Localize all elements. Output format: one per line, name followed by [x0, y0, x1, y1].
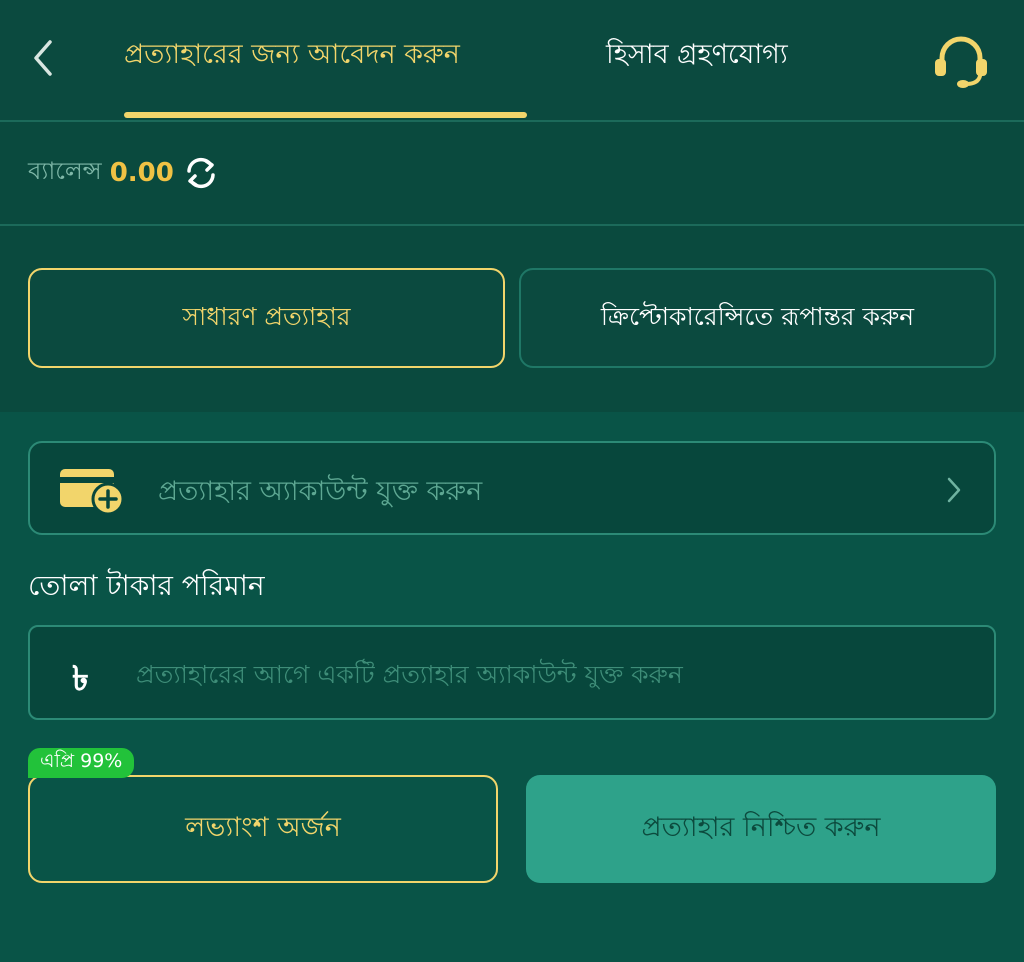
wallet-add-icon	[60, 469, 125, 515]
add-withdraw-account-button[interactable]: প্রত্যাহার অ্যাকাউন্ট যুক্ত করুন	[28, 441, 996, 535]
refresh-icon	[187, 157, 215, 189]
confirm-withdraw-button[interactable]: প্রত্যাহার নিশ্চিত করুন	[526, 775, 996, 883]
back-button[interactable]	[24, 36, 64, 80]
balance-label: ব্যালেন্স	[28, 157, 102, 185]
refresh-balance-button[interactable]	[184, 156, 218, 190]
chevron-right-icon	[947, 477, 961, 503]
convert-crypto-button[interactable]: ক্রিপ্টোকারেন্সিতে রূপান্তর করুন	[519, 268, 996, 368]
earn-dividend-button[interactable]: লভ্যাংশ অর্জন	[28, 775, 498, 883]
apr-badge: এপ্রি 99%	[28, 748, 135, 778]
balance-row: ব্যালেন্স 0.00	[28, 150, 218, 196]
balance-value: 0.00	[109, 158, 174, 188]
add-account-label: প্রত্যাহার অ্যাকাউন্ট যুক্ত করুন	[158, 476, 483, 507]
divider	[0, 224, 1024, 226]
active-tab-indicator	[124, 112, 527, 118]
headset-icon	[935, 36, 987, 88]
taka-currency-icon: ৳	[72, 659, 89, 699]
customer-support-button[interactable]	[930, 32, 992, 88]
chevron-left-icon	[34, 40, 52, 76]
tab-accounts-receivable[interactable]: হিসাব গ্রহণযোগ্য	[606, 34, 788, 79]
top-bar: প্রত্যাহারের জন্য আবেদন করুন হিসাব গ্রহণ…	[0, 0, 1024, 122]
normal-withdraw-button[interactable]: সাধারণ প্রত্যাহার	[28, 268, 505, 368]
tab-withdraw-request[interactable]: প্রত্যাহারের জন্য আবেদন করুন	[124, 34, 460, 79]
withdraw-amount-field: ৳	[28, 625, 996, 720]
withdraw-amount-title: তোলা টাকার পরিমান	[28, 569, 265, 602]
amount-input[interactable]	[134, 645, 978, 703]
